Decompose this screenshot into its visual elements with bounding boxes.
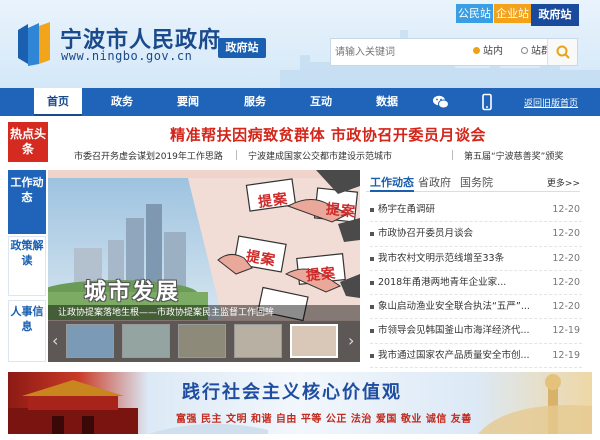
slide-thumbnail[interactable] [66, 324, 114, 358]
list-item[interactable]: 市政协召开委员月谈会 12-20 [370, 222, 582, 247]
nav-services[interactable]: 服务 [231, 88, 279, 116]
news-title: 我市通过国家农产品质量安全市创... [378, 349, 530, 361]
radio-selected-dot [473, 47, 480, 54]
bullet-icon [370, 329, 374, 334]
tab-provincial-gov[interactable]: 省政府 [418, 174, 451, 190]
feature-slideshow[interactable]: 提案 提案 提案 提案 城市发展 让政协提案落地生根——市政协提案民主监督工作回… [48, 170, 360, 362]
bullet-icon [370, 208, 374, 212]
hot-headline[interactable]: 精准帮扶因病致贫群体 市政协召开委员月谈会 [68, 124, 588, 145]
back-to-old-version-link[interactable]: 返回旧版首页 [524, 96, 578, 109]
news-date: 12-20 [552, 301, 580, 313]
more-link[interactable]: 更多>> [547, 176, 580, 189]
slide-thumbnail[interactable] [122, 324, 170, 358]
bullet-icon [370, 305, 374, 310]
search-icon [556, 45, 570, 59]
enterprise-site-link[interactable]: 企业站 [494, 4, 531, 23]
news-date: 12-19 [552, 325, 580, 337]
tab-state-council[interactable]: 国务院 [460, 174, 493, 190]
main-nav: 首页 政务 要闻 服务 互动 数据 返回旧版首页 [0, 88, 600, 116]
list-item[interactable]: 象山启动渔业安全联合执法“五严”... 12-20 [370, 295, 582, 320]
news-title: 2018年甬港两地青年企业家... [378, 276, 507, 288]
hot-badge: 热点头条 [8, 122, 48, 162]
tab-work-news[interactable]: 工作动态 [370, 174, 414, 192]
bullet-icon [370, 280, 374, 285]
nav-data[interactable]: 数据 [363, 88, 411, 116]
scope-site-radio[interactable]: 站内 [473, 46, 503, 58]
site-header: 宁波市人民政府 www.ningbo.gov.cn 政府站 公民站 企业站 政府… [0, 0, 600, 88]
hot-headline-strip: 热点头条 精准帮扶因病致贫群体 市政协召开委员月谈会 市委召开务虚会谋划2019… [8, 122, 592, 164]
slide-thumbnail-active[interactable] [290, 324, 338, 358]
bullet-icon [370, 256, 374, 261]
core-values-banner[interactable]: 践行社会主义核心价值观 富强 民主 文明 和谐 自由 平等 公正 法治 爱国 敬… [8, 372, 592, 434]
divider [236, 150, 237, 160]
news-date: 12-20 [552, 252, 580, 264]
thumbnail-bar: ‹ › [48, 321, 360, 362]
news-tabs: 工作动态 省政府 国务院 更多>> [366, 172, 580, 192]
wechat-icon[interactable] [432, 93, 450, 111]
site-url: www.ningbo.gov.cn [61, 49, 193, 63]
search-box: 站内 站群 [330, 38, 578, 66]
nav-news[interactable]: 要闻 [164, 88, 212, 116]
search-input[interactable] [335, 42, 465, 62]
citizen-site-link[interactable]: 公民站 [456, 4, 493, 23]
placard-text: 提案 [325, 201, 357, 221]
nav-interaction[interactable]: 互动 [297, 88, 345, 116]
banner-values: 富强 民主 文明 和谐 自由 平等 公正 法治 爱国 敬业 诚信 友善 [176, 414, 472, 425]
list-item[interactable]: 市领导会见韩国釜山市海洋经济代... 12-19 [370, 319, 582, 344]
hot-sub-link[interactable]: 市委召开务虚会谋划2019年工作思路 [74, 149, 223, 162]
placard-text: 提案 [257, 190, 290, 211]
news-list: 杨宇在甬调研 12-20 市政协召开委员月谈会 12-20 我市农村文明示范线增至3… [370, 198, 582, 369]
bullet-icon [370, 232, 374, 237]
news-title: 市政协召开委员月谈会 [378, 228, 474, 240]
news-date: 12-20 [552, 204, 580, 215]
news-title: 我市农村文明示范线增至33条 [378, 252, 505, 264]
list-item[interactable]: 杨宇在甬调研 12-20 [370, 198, 582, 223]
divider [452, 150, 453, 160]
news-date: 12-19 [552, 349, 580, 361]
radio-empty-dot [521, 47, 528, 54]
news-title: 市领导会见韩国釜山市海洋经济代... [378, 325, 530, 337]
search-button[interactable] [547, 39, 577, 65]
list-item[interactable]: 我市通过国家农产品质量安全市创... 12-19 [370, 344, 582, 369]
slide-thumbnail[interactable] [178, 324, 226, 358]
news-date: 12-20 [552, 228, 580, 240]
government-site-link[interactable]: 政府站 [531, 4, 579, 26]
list-item[interactable]: 2018年甬港两地青年企业家... 12-20 [370, 271, 582, 296]
news-date: 12-20 [552, 276, 580, 288]
hot-sub-link[interactable]: 第五届“宁波慈善奖”颁奖 [464, 149, 563, 162]
bullet-icon [370, 353, 374, 358]
mobile-icon[interactable] [478, 93, 496, 111]
vtab-personnel[interactable]: 人事信息 [8, 300, 46, 362]
news-title: 象山启动渔业安全联合执法“五严”... [378, 301, 530, 313]
slide-caption[interactable]: 让政协提案落地生根——市政协提案民主监督工作回眸 [48, 305, 360, 321]
city-logo [18, 22, 50, 66]
placard-text: 提案 [305, 265, 337, 285]
nav-home[interactable]: 首页 [34, 88, 82, 116]
list-item[interactable]: 我市农村文明示范线增至33条 12-20 [370, 247, 582, 271]
nav-affairs[interactable]: 政务 [98, 88, 146, 116]
vtab-work-news[interactable]: 工作动态 [8, 170, 46, 234]
gov-site-badge: 政府站 [218, 38, 266, 58]
slide-thumbnail[interactable] [234, 324, 282, 358]
banner-title: 践行社会主义核心价值观 [182, 382, 402, 403]
vtab-policy[interactable]: 政策解读 [8, 236, 46, 296]
news-title: 杨宇在甬调研 [378, 204, 436, 215]
hot-sub-link[interactable]: 宁波建成国家公交都市建设示范城市 [248, 149, 392, 162]
scope-site-label: 站内 [483, 46, 503, 57]
prev-arrow-icon[interactable]: ‹ [52, 331, 58, 350]
feature-overlay-text: 城市发展 [84, 280, 181, 305]
next-arrow-icon[interactable]: › [348, 331, 354, 350]
